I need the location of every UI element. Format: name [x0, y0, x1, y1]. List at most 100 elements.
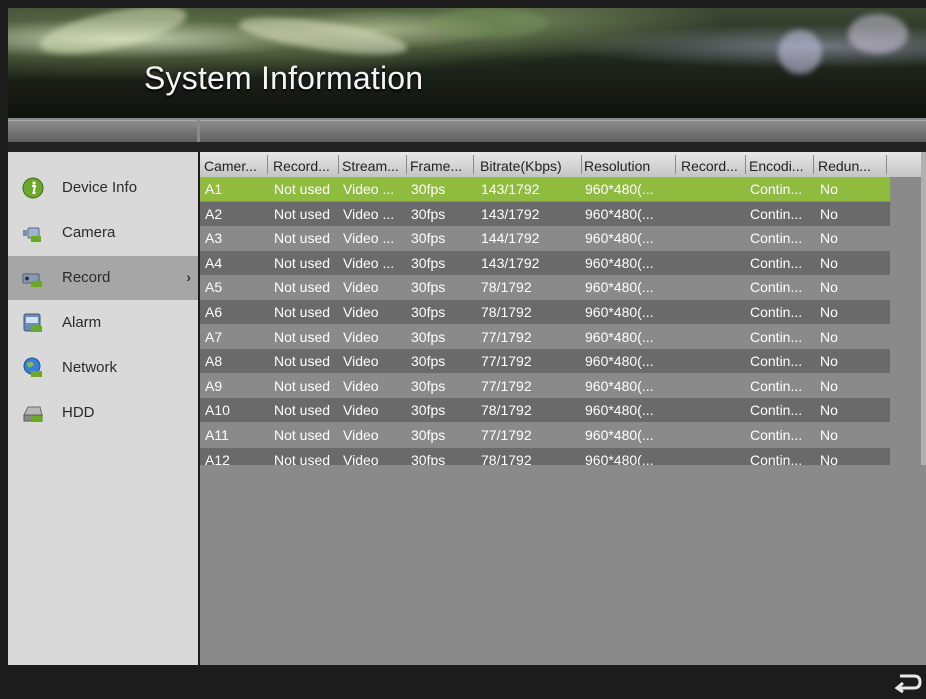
cell-encoding: Contin... [750, 427, 803, 443]
cell-camera: A9 [205, 377, 223, 394]
cell-frame-rate: 30fps [411, 328, 446, 345]
cell-encoding: Contin... [750, 181, 803, 197]
cell-frame-rate: 30fps [411, 304, 446, 320]
cell-encoding: Contin... [750, 402, 803, 419]
cell-frame-rate: 30fps [411, 402, 446, 419]
cell-record-status: Not used [274, 377, 331, 394]
sidebar-item-record[interactable]: Record › [8, 256, 198, 300]
header-banner: System Information [8, 8, 926, 118]
cell-resolution: 960*480(... [585, 304, 654, 320]
table-row[interactable]: A9 Not used Video 30fps 77/1792 960*480(... Co… [200, 373, 890, 398]
sidebar-item-label: Camera [62, 224, 116, 241]
table-row[interactable]: A12 Not used Video 30fps 78/1792 960*480(... C… [200, 447, 890, 465]
network-icon [23, 357, 42, 377]
record-icon [22, 273, 42, 287]
sidebar-header-bar [8, 120, 197, 142]
cell-encoding: Contin... [750, 230, 803, 247]
cell-redundancy: No [820, 328, 838, 345]
table-row[interactable]: A5 Not used Video 30fps 78/1792 960*480(... Co… [200, 275, 890, 300]
column-header-bitrate[interactable]: Bitrate(Kbps) [480, 158, 580, 174]
cell-stream: Video [343, 377, 379, 394]
cell-record-status: Not used [274, 205, 331, 222]
table-row[interactable]: A11 Not used Video 30fps 77/1792 960*480(... C… [200, 423, 890, 447]
column-header-frame-rate[interactable]: Frame... [410, 158, 472, 174]
sidebar-item-label: Alarm [62, 314, 102, 331]
cell-encoding: Contin... [750, 353, 803, 370]
table-row[interactable]: A8 Not used Video 30fps 77/1792 960*480(... Co… [200, 349, 890, 374]
record-info-table: Camer... Record... Stream... Frame... Bi… [200, 152, 926, 665]
cell-bitrate: 78/1792 [481, 451, 532, 465]
cell-bitrate: 143/1792 [481, 181, 540, 197]
cell-frame-rate: 30fps [411, 451, 446, 465]
cell-camera: A4 [205, 254, 223, 271]
cell-record-status: Not used [274, 427, 331, 443]
cell-bitrate: 143/1792 [481, 205, 540, 222]
system-information-window: System Information Device Info Camera Re… [8, 8, 926, 699]
sidebar-item-device-info[interactable]: Device Info [8, 166, 198, 210]
cell-redundancy: No [820, 304, 838, 320]
sidebar-item-alarm[interactable]: Alarm [8, 301, 198, 345]
cell-resolution: 960*480(... [585, 279, 654, 296]
cell-camera: A3 [205, 230, 223, 247]
cell-resolution: 960*480(... [585, 230, 654, 247]
cell-resolution: 960*480(... [585, 205, 654, 222]
cell-camera: A6 [205, 304, 223, 320]
column-header-redundancy[interactable]: Redun... [818, 158, 884, 174]
cell-stream: Video [343, 328, 379, 345]
cell-record-status: Not used [274, 181, 331, 197]
cell-stream: Video ... [343, 254, 395, 271]
column-header-camera[interactable]: Camer... [204, 158, 264, 174]
sidebar-item-network[interactable]: Network [8, 346, 198, 390]
hdd-icon [23, 406, 43, 422]
vertical-scrollbar[interactable] [921, 152, 926, 465]
cell-redundancy: No [820, 205, 838, 222]
alarm-icon [23, 313, 42, 332]
column-header-resolution[interactable]: Resolution [584, 158, 674, 174]
sidebar-item-hdd[interactable]: HDD [8, 391, 198, 435]
sidebar-item-camera[interactable]: Camera [8, 211, 198, 255]
cell-stream: Video ... [343, 230, 395, 247]
back-arrow-icon[interactable] [892, 671, 922, 693]
cell-camera: A8 [205, 353, 223, 370]
table-row[interactable]: A6 Not used Video 30fps 78/1792 960*480(... Co… [200, 300, 890, 324]
cell-record-status: Not used [274, 279, 331, 296]
column-header-stream[interactable]: Stream... [342, 158, 405, 174]
cell-stream: Video [343, 402, 379, 419]
column-header-record-type[interactable]: Record... [681, 158, 744, 174]
cell-encoding: Contin... [750, 254, 803, 271]
cell-frame-rate: 30fps [411, 205, 446, 222]
cell-redundancy: No [820, 402, 838, 419]
column-header-encoding[interactable]: Encodi... [749, 158, 811, 174]
table-row[interactable]: A4 Not used Video ... 30fps 143/1792 960*480(… [200, 250, 890, 275]
cell-frame-rate: 30fps [411, 279, 446, 296]
cell-stream: Video [343, 427, 379, 443]
sidebar: Device Info Camera Record › Alarm Networ… [8, 152, 198, 665]
table-row[interactable]: A10 Not used Video 30fps 78/1792 960*480(... C… [200, 398, 890, 423]
cell-bitrate: 143/1792 [481, 254, 540, 271]
table-row[interactable]: A3 Not used Video ... 30fps 144/1792 960*480(… [200, 226, 890, 251]
cell-bitrate: 77/1792 [481, 328, 532, 345]
cell-resolution: 960*480(... [585, 328, 654, 345]
cell-record-status: Not used [274, 451, 331, 465]
cell-record-status: Not used [274, 402, 331, 419]
cell-camera: A5 [205, 279, 223, 296]
cell-stream: Video [343, 353, 379, 370]
table-row[interactable]: A1 Not used Video ... 30fps 143/1792 960*480(… [200, 177, 890, 201]
cell-bitrate: 77/1792 [481, 427, 532, 443]
cell-redundancy: No [820, 451, 838, 465]
column-header-record-status[interactable]: Record... [273, 158, 338, 174]
cell-encoding: Contin... [750, 451, 803, 465]
cell-resolution: 960*480(... [585, 451, 654, 465]
cell-redundancy: No [820, 427, 838, 443]
cell-resolution: 960*480(... [585, 254, 654, 271]
cell-redundancy: No [820, 181, 838, 197]
table-header: Camer... Record... Stream... Frame... Bi… [200, 152, 921, 177]
cell-frame-rate: 30fps [411, 353, 446, 370]
cell-frame-rate: 30fps [411, 230, 446, 247]
cell-redundancy: No [820, 353, 838, 370]
table-row[interactable]: A7 Not used Video 30fps 77/1792 960*480(... Co… [200, 324, 890, 349]
cell-bitrate: 77/1792 [481, 353, 532, 370]
cell-stream: Video [343, 451, 379, 465]
table-row[interactable]: A2 Not used Video ... 30fps 143/1792 960*480(… [200, 201, 890, 226]
sidebar-item-label: Device Info [62, 179, 138, 196]
